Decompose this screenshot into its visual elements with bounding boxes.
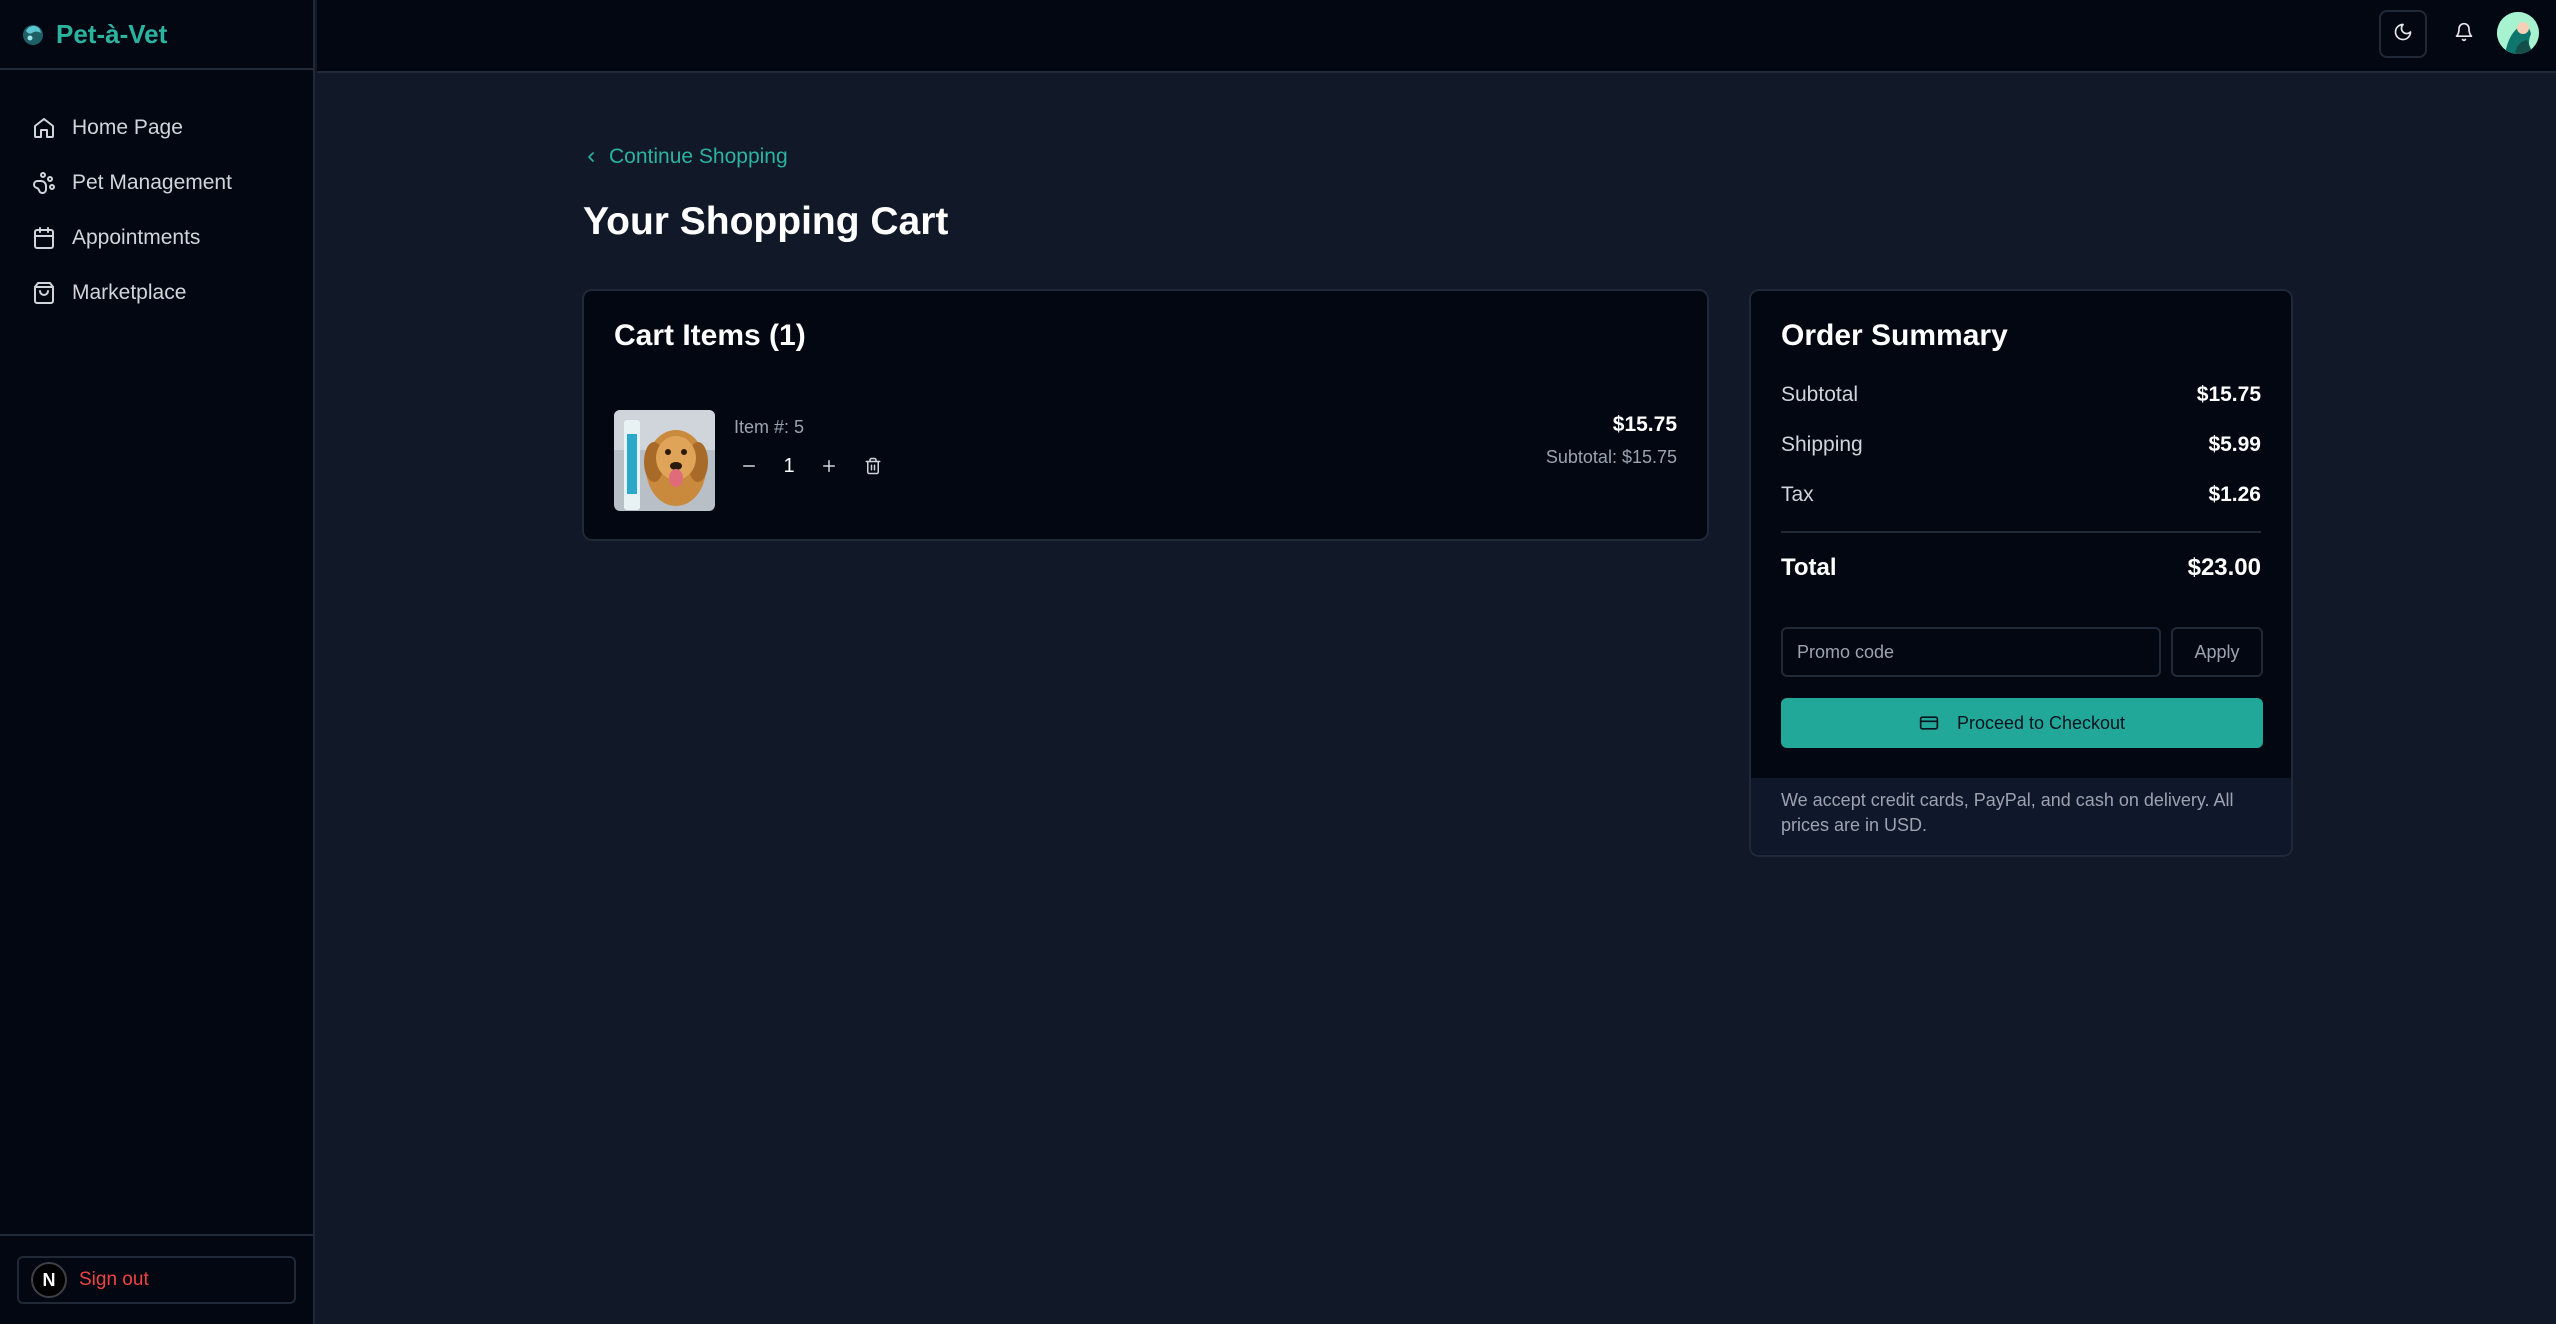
bell-icon <box>2454 22 2474 47</box>
page-title: Your Shopping Cart <box>583 200 949 243</box>
sidebar-item-appointments[interactable]: Appointments <box>0 210 313 265</box>
sidebar-item-label: Appointments <box>72 225 201 249</box>
decrease-quantity-button[interactable] <box>734 451 764 481</box>
user-avatar[interactable] <box>2497 12 2539 54</box>
topbar <box>317 0 2556 73</box>
cart-items-title: Cart Items (1) <box>614 319 806 352</box>
payment-note-footer: We accept credit cards, PayPal, and cash… <box>1751 778 2291 855</box>
item-subtotal: Subtotal: $15.75 <box>1545 447 1677 467</box>
total-label: Total <box>1781 554 1837 581</box>
order-summary-card: Order Summary Subtotal $15.75 Shipping $… <box>1749 289 2293 857</box>
shipping-label: Shipping <box>1781 433 1863 456</box>
payment-note: We accept credit cards, PayPal, and cash… <box>1781 790 2234 835</box>
sidebar-item-home[interactable]: Home Page <box>0 100 313 155</box>
quantity-stepper: 1 <box>734 451 888 481</box>
promo-code-input[interactable] <box>1781 627 2161 677</box>
continue-shopping-link[interactable]: Continue Shopping <box>583 145 788 169</box>
tax-value: $1.26 <box>2208 483 2261 506</box>
cart-items-card: Cart Items (1) Item #: 5 1 $15.75 Subtot… <box>582 289 1709 541</box>
proceed-to-checkout-button[interactable]: Proceed to Checkout <box>1781 698 2263 748</box>
checkout-label: Proceed to Checkout <box>1956 712 2126 733</box>
paw-icon <box>30 169 58 197</box>
sidebar-item-label: Home Page <box>72 115 183 139</box>
increase-quantity-button[interactable] <box>814 451 844 481</box>
credit-card-icon <box>1919 713 1939 733</box>
order-summary-body: Order Summary Subtotal $15.75 Shipping $… <box>1751 291 2291 778</box>
pet-logo-icon <box>20 21 46 47</box>
sign-out-label: Sign out <box>79 1269 149 1290</box>
sidebar-nav: Home Page Pet Management Appointments Ma… <box>0 70 313 320</box>
avatar: N <box>31 1262 67 1298</box>
sidebar-item-marketplace[interactable]: Marketplace <box>0 265 313 320</box>
subtotal-label: Subtotal <box>1781 383 1859 406</box>
moon-icon <box>2393 22 2413 47</box>
trash-icon <box>865 457 881 475</box>
shopping-bag-icon <box>30 279 58 307</box>
tax-label: Tax <box>1781 483 1814 506</box>
remove-item-button[interactable] <box>858 451 888 481</box>
theme-toggle-button[interactable] <box>2379 10 2427 58</box>
item-price: $15.75 <box>1612 413 1677 436</box>
plus-icon <box>823 460 835 472</box>
item-number-label: Item #: 5 <box>734 417 805 437</box>
brand-name: Pet-à-Vet <box>56 18 168 49</box>
shipping-value: $5.99 <box>2208 433 2261 456</box>
tax-row: Tax $1.26 <box>1781 483 2261 507</box>
sidebar-footer: N Sign out <box>0 1234 313 1324</box>
total-value: $23.00 <box>2187 554 2261 581</box>
quantity-value: 1 <box>783 454 795 477</box>
sidebar: Pet-à-Vet Home Page Pet Management Appoi… <box>0 0 315 1324</box>
home-icon <box>30 114 58 142</box>
apply-promo-button[interactable]: Apply <box>2171 627 2263 677</box>
product-image[interactable] <box>614 410 715 511</box>
continue-shopping-label: Continue Shopping <box>609 145 788 168</box>
minus-icon <box>743 465 755 467</box>
sidebar-item-label: Marketplace <box>72 280 187 304</box>
summary-divider <box>1781 531 2261 533</box>
brand[interactable]: Pet-à-Vet <box>0 0 313 70</box>
calendar-icon <box>30 224 58 252</box>
notifications-button[interactable] <box>2440 10 2488 58</box>
chevron-left-icon <box>583 149 599 165</box>
subtotal-value: $15.75 <box>2196 383 2261 406</box>
sign-out-button[interactable]: N Sign out <box>17 1256 296 1304</box>
total-row: Total $23.00 <box>1781 554 2261 582</box>
order-summary-title: Order Summary <box>1781 319 2008 352</box>
shipping-row: Shipping $5.99 <box>1781 433 2261 457</box>
subtotal-row: Subtotal $15.75 <box>1781 383 2261 407</box>
sidebar-item-pet-management[interactable]: Pet Management <box>0 155 313 210</box>
sidebar-item-label: Pet Management <box>72 170 232 194</box>
